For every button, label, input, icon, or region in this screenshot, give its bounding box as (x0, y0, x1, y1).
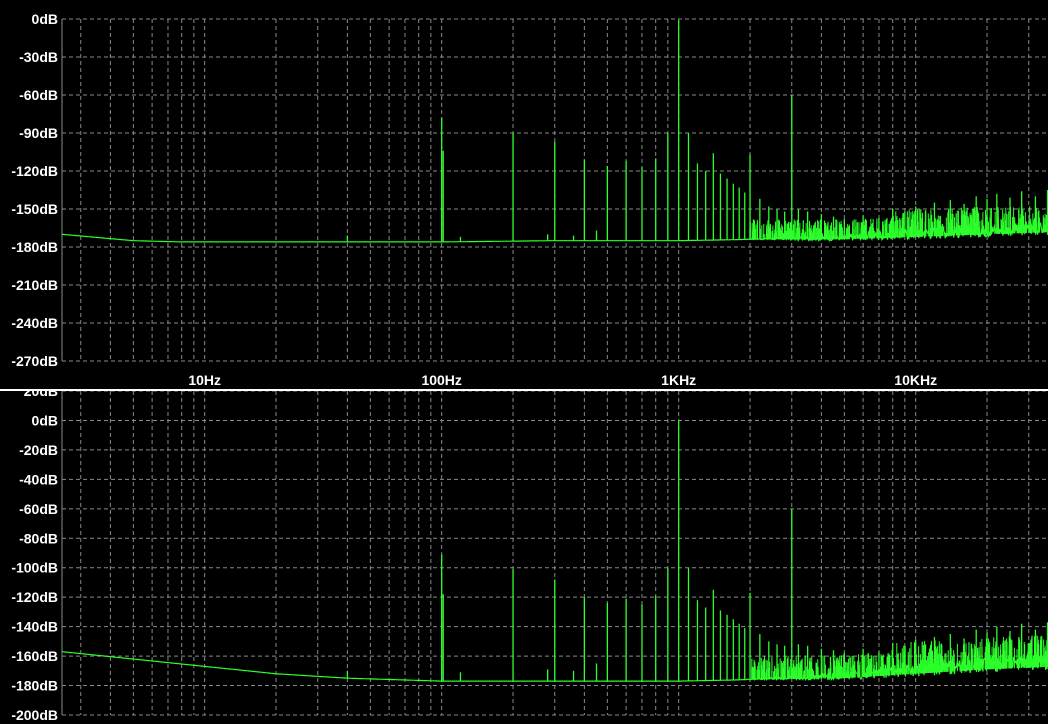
y-tick-label: -200dB (11, 707, 58, 723)
y-tick-label: -60dB (19, 87, 58, 103)
y-tick-label: -180dB (11, 678, 58, 694)
y-tick-label: -240dB (11, 315, 58, 331)
y-tick-label: 20dB (24, 391, 58, 399)
fft-chart-bottom: 20dB 0dB -20dB -40dB -60dB -80dB -100dB -120dB -… (11, 391, 1048, 723)
y-tick-label: -80dB (19, 530, 58, 546)
y-tick-label: -120dB (11, 163, 58, 179)
y-tick-label: -210dB (11, 277, 58, 293)
y-tick-label: -140dB (11, 619, 58, 635)
y-tick-label: -20dB (19, 442, 58, 458)
y-tick-label: -180dB (11, 239, 58, 255)
x-tick-label: 1KHz (661, 372, 696, 388)
y-tick-label: -150dB (11, 201, 58, 217)
y-tick-label: -30dB (19, 49, 58, 65)
y-tick-label: 0dB (32, 412, 58, 428)
x-tick-label: 100Hz (421, 372, 461, 388)
y-tick-label: -60dB (19, 501, 58, 517)
trace-group (62, 420, 1048, 682)
x-tick-label: 10KHz (894, 372, 937, 388)
y-tick-label: -120dB (11, 589, 58, 605)
y-tick-label: -90dB (19, 125, 58, 141)
y-tick-label: -100dB (11, 560, 58, 576)
y-tick-label: -270dB (11, 353, 58, 369)
spectrum-analyzer-window: 0dB -30dB -60dB -90dB -120dB -150dB -180dB -210… (0, 0, 1048, 724)
y-tick-label: -40dB (19, 471, 58, 487)
fft-chart-top: 0dB -30dB -60dB -90dB -120dB -150dB -180dB -210… (0, 11, 1048, 391)
y-tick-label: 0dB (32, 11, 58, 27)
x-tick-label: 10Hz (188, 372, 221, 388)
y-tick-label: -160dB (11, 648, 58, 664)
